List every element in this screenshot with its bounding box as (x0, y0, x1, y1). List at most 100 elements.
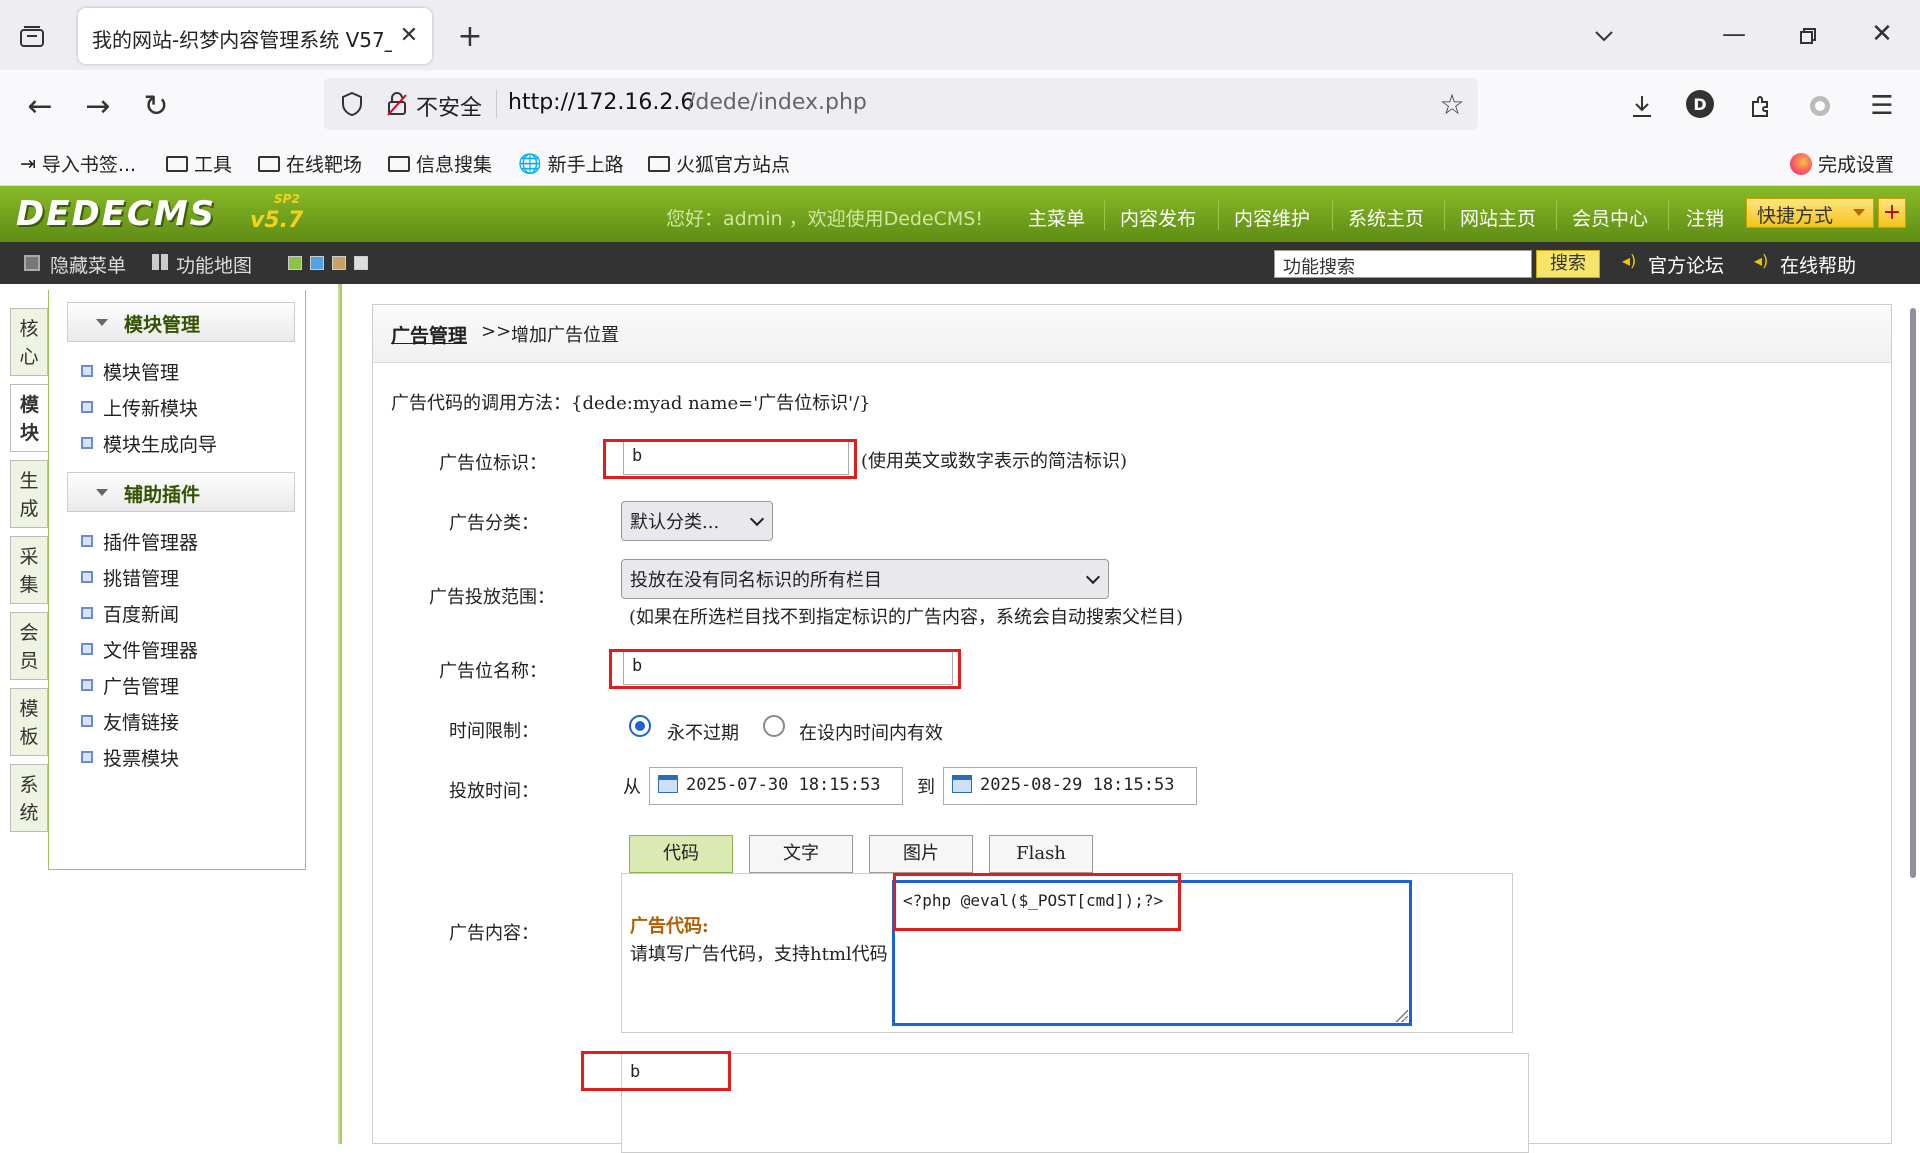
side-tab-collect[interactable]: 采集 (10, 536, 48, 604)
timed-radio[interactable] (763, 715, 785, 737)
welcome-text: 您好：admin ，欢迎使用DedeCMS! (666, 208, 983, 230)
side-tab-generate[interactable]: 生成 (10, 460, 48, 528)
end-date-input[interactable]: 2025-08-29 18:15:53 (943, 767, 1197, 805)
menu-item[interactable]: 上传新模块 (81, 394, 198, 421)
folder-icon (258, 155, 280, 172)
url-path[interactable]: /dede/index.php (688, 90, 867, 115)
menu-icon[interactable]: ☰ (1862, 86, 1902, 126)
menu-item[interactable]: 模块管理 (81, 358, 179, 385)
close-tab-icon[interactable]: ✕ (394, 20, 424, 50)
nav-member-center[interactable]: 会员中心 (1572, 204, 1648, 231)
function-search-button[interactable]: 搜索 (1536, 250, 1600, 278)
never-expire-label[interactable]: 永不过期 (667, 719, 739, 745)
menu-item[interactable]: 投票模块 (81, 744, 179, 771)
reload-icon[interactable]: ↻ (136, 86, 176, 126)
help-link[interactable]: 在线帮助 (1780, 251, 1856, 278)
chevron-down-icon (749, 511, 765, 527)
shield-icon[interactable] (334, 86, 370, 122)
bookmark-getting-started[interactable]: 🌐 新手上路 (518, 150, 624, 177)
menu-group-plugins[interactable]: 辅助插件 (67, 472, 295, 512)
tab-overview-icon[interactable] (14, 18, 50, 54)
side-tab-core[interactable]: 核心 (10, 308, 48, 376)
nav-maintain[interactable]: 内容维护 (1234, 204, 1310, 231)
forward-icon[interactable]: → (78, 86, 118, 126)
skin-gray[interactable] (354, 256, 368, 270)
menu-item[interactable]: 友情链接 (81, 708, 179, 735)
resize-grip-icon[interactable] (1394, 1008, 1408, 1022)
side-tab-template[interactable]: 模板 (10, 688, 48, 756)
back-icon[interactable]: ← (20, 86, 60, 126)
minimize-icon[interactable]: — (1716, 16, 1752, 52)
url-host[interactable]: http://172.16.2.6 (508, 90, 694, 115)
breadcrumb: 广告管理 >> 增加广告位置 (373, 305, 1891, 363)
nav-site-home[interactable]: 网站主页 (1460, 204, 1536, 231)
tag-hint: (使用英文或数字表示的简洁标识) (861, 451, 1128, 472)
name-label: 广告位名称： (439, 661, 547, 682)
tab-image[interactable]: 图片 (869, 835, 973, 873)
function-search-input[interactable]: 功能搜索 (1274, 250, 1532, 278)
never-expire-radio[interactable] (629, 715, 651, 737)
hide-menu-link[interactable]: 隐藏菜单 (50, 251, 126, 278)
ad-range-select[interactable]: 投放在没有同名标识的所有栏目 (621, 559, 1109, 599)
finish-setup[interactable]: 完成设置 (1790, 150, 1894, 177)
menu-item[interactable]: 挑错管理 (81, 564, 179, 591)
dropdown-arrow-icon (1853, 209, 1865, 216)
nav-separator (1556, 200, 1557, 230)
download-icon[interactable] (1622, 86, 1662, 126)
range-label: 广告投放范围： (429, 587, 555, 608)
side-tab-member[interactable]: 会员 (10, 612, 48, 680)
bookmark-import[interactable]: ⇥ 导入书签... (20, 150, 136, 177)
side-tab-module[interactable]: 模块 (10, 384, 48, 452)
skin-green[interactable] (288, 256, 302, 270)
class-label: 广告分类： (449, 513, 539, 534)
folder-icon (166, 155, 188, 172)
nav-publish[interactable]: 内容发布 (1120, 204, 1196, 231)
page-scrollbar[interactable] (1910, 308, 1916, 878)
address-bar[interactable]: 不安全 http://172.16.2.6 /dede/index.php ☆ (324, 78, 1478, 130)
tab-code[interactable]: 代码 (629, 835, 733, 873)
bookmark-range[interactable]: 在线靶场 (258, 150, 362, 177)
tab-title: 我的网站-织梦内容管理系统 V57_U (92, 28, 392, 52)
menu-item[interactable]: 百度新闻 (81, 600, 179, 627)
nav-logout[interactable]: 注销 (1686, 204, 1724, 231)
extensions-icon[interactable] (1740, 86, 1780, 126)
nav-system-home[interactable]: 系统主页 (1348, 204, 1424, 231)
tab-flash[interactable]: Flash (989, 835, 1093, 873)
frame-splitter[interactable] (338, 284, 342, 1144)
skin-brown[interactable] (332, 256, 346, 270)
security-label[interactable]: 不安全 (416, 90, 482, 122)
account-avatar[interactable]: D (1686, 90, 1714, 118)
close-window-icon[interactable]: ✕ (1864, 16, 1900, 52)
menu-item[interactable]: 插件管理器 (81, 528, 198, 555)
insecure-lock-icon[interactable] (382, 86, 412, 122)
expire-content-box[interactable]: b (621, 1053, 1529, 1153)
bookmark-star-icon[interactable]: ☆ (1434, 86, 1470, 122)
ad-class-select[interactable]: 默认分类... (621, 501, 773, 541)
forum-link[interactable]: 官方论坛 (1648, 251, 1724, 278)
menu-item[interactable]: 模块生成向导 (81, 430, 217, 457)
menu-item[interactable]: 文件管理器 (81, 636, 198, 663)
bookmark-tools[interactable]: 工具 (166, 150, 232, 177)
quick-add-button[interactable]: + (1878, 198, 1906, 228)
restore-icon[interactable] (1790, 18, 1826, 54)
menu-group-module-manage[interactable]: 模块管理 (67, 302, 295, 342)
bookmark-info[interactable]: 信息搜集 (388, 150, 492, 177)
bookmark-firefox[interactable]: 火狐官方站点 (648, 150, 790, 177)
side-tab-system[interactable]: 系统 (10, 764, 48, 832)
menu-item-ad-manage[interactable]: 广告管理 (81, 672, 179, 699)
skin-blue[interactable] (310, 256, 324, 270)
sitemap-link[interactable]: 功能地图 (176, 251, 252, 278)
start-date-input[interactable]: 2025-07-30 18:15:53 (649, 767, 903, 805)
profile-circle-icon[interactable] (1800, 86, 1840, 126)
breadcrumb-link[interactable]: 广告管理 (391, 321, 467, 348)
timed-label[interactable]: 在设内时间内有效 (799, 719, 943, 745)
new-tab-icon[interactable]: + (452, 18, 488, 54)
to-label: 到 (917, 777, 935, 798)
import-icon: ⇥ (20, 152, 36, 175)
nav-main-menu[interactable]: 主菜单 (1028, 204, 1085, 231)
browser-tab[interactable]: 我的网站-织梦内容管理系统 V57_U ✕ (78, 8, 432, 64)
quick-menu-button[interactable]: 快捷方式 (1746, 198, 1874, 228)
tab-text[interactable]: 文字 (749, 835, 853, 873)
tab-list-chevron-icon[interactable] (1586, 18, 1622, 54)
chevron-down-icon (1085, 569, 1101, 585)
